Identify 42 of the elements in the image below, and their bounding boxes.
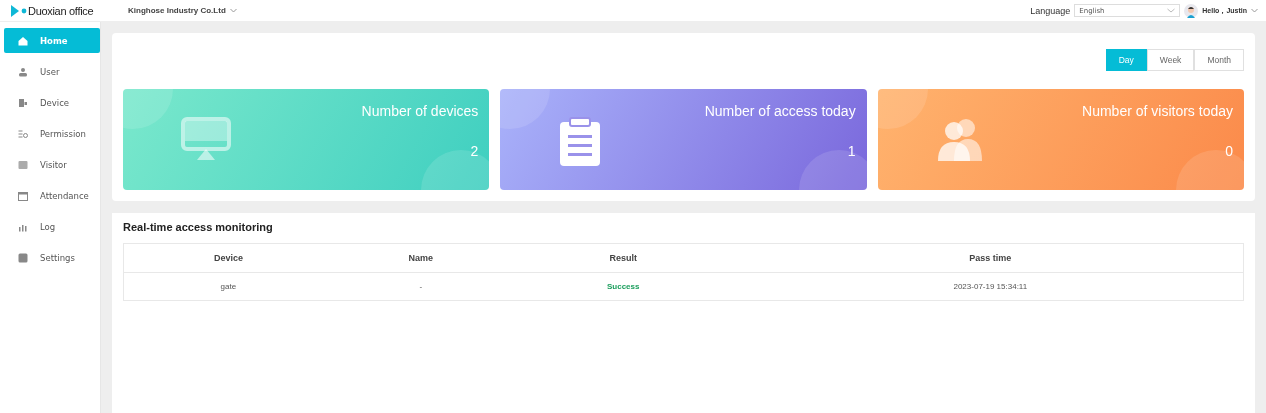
caret-icon	[1167, 8, 1176, 13]
period-tab[interactable]: Week	[1146, 49, 1195, 71]
sidebar-item[interactable]: Device	[4, 90, 100, 115]
sidebar-item[interactable]: Attendance	[4, 183, 100, 208]
sidebar-item[interactable]: User	[4, 59, 100, 84]
table-cell: -	[332, 272, 509, 301]
table-cell: 2023-07-19 15:34:11	[737, 272, 1244, 301]
calendar-icon	[18, 190, 28, 201]
clipboard-icon	[558, 117, 603, 167]
settings-icon	[18, 252, 28, 263]
column-header: Name	[332, 243, 509, 273]
person-icon	[18, 66, 28, 77]
stat-title: Number of devices	[361, 103, 479, 119]
card-icon	[18, 159, 28, 170]
period-tab[interactable]: Month	[1194, 49, 1244, 71]
caret-icon	[1251, 8, 1258, 13]
door-icon	[18, 97, 28, 108]
stat-value: 0	[1225, 143, 1233, 159]
logo-icon	[10, 3, 28, 18]
sidebar-item[interactable]: Settings	[4, 245, 100, 270]
section-title: Real-time access monitoring	[123, 221, 274, 233]
language-label: Language	[1030, 5, 1071, 16]
column-header: Result	[508, 243, 738, 273]
column-header: Pass time	[737, 243, 1244, 273]
stat-title: Number of visitors today	[1082, 103, 1233, 119]
avatar-icon	[1184, 3, 1199, 18]
company-dropdown[interactable]: Kinghose Industry Co.Ltd	[128, 6, 237, 15]
people-icon	[935, 117, 984, 161]
sidebar-item[interactable]: Log	[4, 214, 100, 239]
caret-icon	[229, 8, 237, 13]
monitor-icon	[181, 117, 231, 161]
column-header: Device	[123, 243, 333, 273]
stat-value: 1	[847, 143, 856, 159]
table-cell: gate	[123, 272, 333, 301]
stat-value: 2	[470, 143, 479, 159]
brand-name: Duoxian office	[28, 4, 94, 17]
sidebar-item[interactable]: Visitor	[4, 152, 100, 177]
home-icon	[18, 35, 28, 46]
list-icon	[18, 128, 28, 139]
sidebar-item[interactable]: Permission	[4, 121, 100, 146]
status-text: Success	[607, 282, 640, 291]
stat-title: Number of access today	[704, 103, 856, 119]
